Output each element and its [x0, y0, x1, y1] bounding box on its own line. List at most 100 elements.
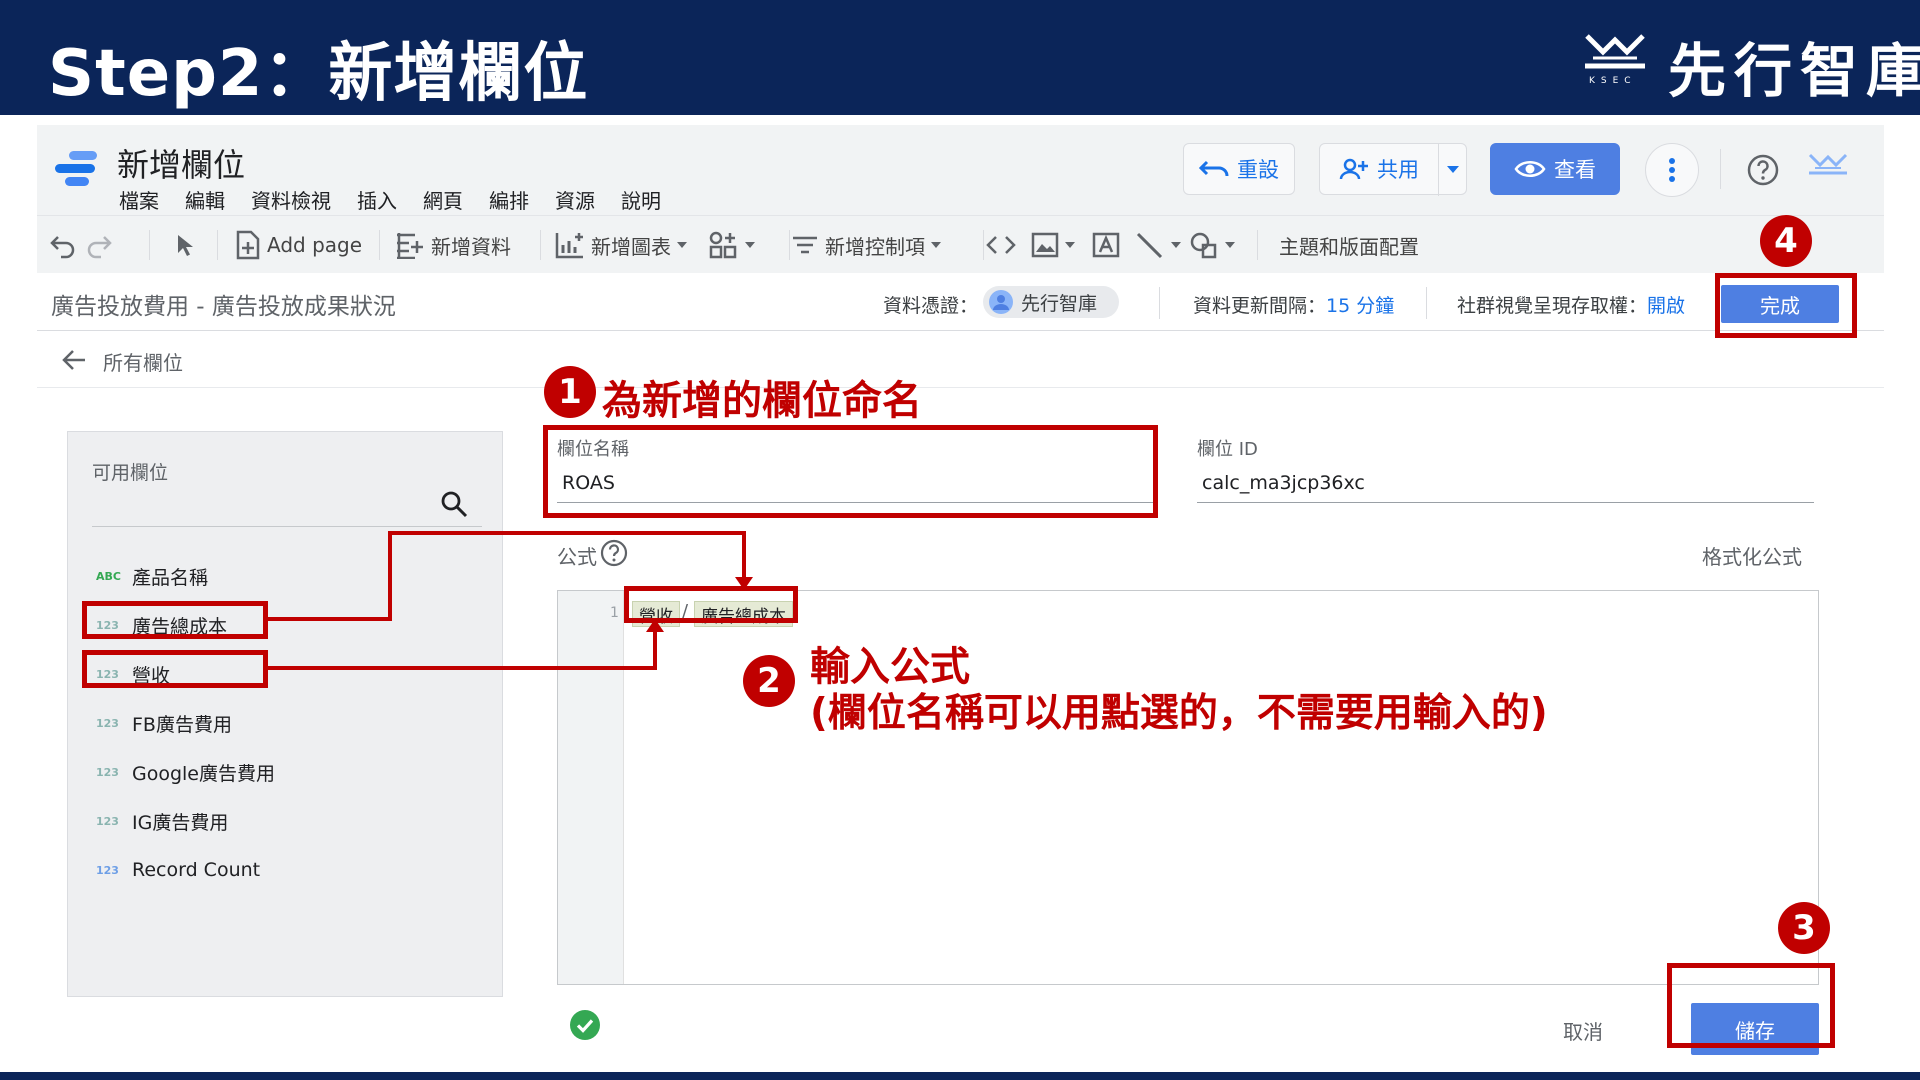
number-type-icon: 123: [96, 814, 119, 828]
looker-studio-window: 新增欄位 檔案 編輯 資料檢視 插入 網頁 編排 資源 說明 重設 共用 查看: [37, 125, 1884, 1060]
menu-view[interactable]: 資料檢視: [251, 185, 331, 214]
looker-studio-logo-icon[interactable]: [55, 149, 101, 189]
community-viz-icon: [709, 231, 737, 259]
field-label: Google廣告費用: [132, 762, 276, 785]
number-type-icon: 123: [96, 716, 119, 730]
field-item-fb-ad-cost[interactable]: 123 FB廣告費用: [96, 703, 232, 743]
search-icon[interactable]: [440, 490, 468, 518]
insert-line-button[interactable]: [1135, 229, 1181, 261]
toolbar-divider: [379, 230, 380, 260]
add-chart-icon: [555, 233, 583, 259]
menu-edit[interactable]: 編輯: [185, 185, 225, 214]
share-button[interactable]: 共用: [1319, 143, 1467, 196]
menu-file[interactable]: 檔案: [119, 185, 159, 214]
refresh-value-link[interactable]: 15 分鐘: [1326, 295, 1394, 317]
caret-down-icon: [1065, 242, 1075, 248]
caret-down-icon: [677, 242, 687, 248]
all-fields-link[interactable]: 所有欄位: [103, 347, 183, 376]
slide-banner: Step2：新增欄位 KSEC 先行智庫: [0, 0, 1920, 115]
datasource-bar: 廣告投放費用 - 廣告投放成果狀況 資料憑證： 先行智庫 資料更新間隔：15 分…: [37, 273, 1884, 331]
more-vertical-icon: [1669, 158, 1675, 182]
credential-label: 資料憑證：: [883, 295, 979, 317]
viz-access-link[interactable]: 開啟: [1647, 295, 1685, 317]
field-item-ig-ad-cost[interactable]: 123 IG廣告費用: [96, 801, 228, 841]
insert-image-button[interactable]: [1031, 229, 1075, 261]
format-formula-button[interactable]: 格式化公式: [1702, 541, 1802, 570]
toolbar: Add page 新增資料 新增圖表 新增控制項 主題和版面配置: [37, 215, 1884, 273]
menu-arrange[interactable]: 編排: [489, 185, 529, 214]
report-title[interactable]: 新增欄位: [117, 140, 245, 186]
formula-editor[interactable]: 1 營收 / 廣告總成本: [557, 590, 1819, 985]
highlight-revenue: [82, 650, 268, 688]
viz-access-label: 社群視覺呈現存取權：: [1457, 295, 1648, 317]
highlight-field-name: [543, 425, 1158, 518]
toolbar-divider: [149, 230, 150, 260]
formula-label: 公式: [557, 545, 597, 569]
brand-logo-icon: KSEC: [1585, 34, 1645, 86]
theme-layout-label: 主題和版面配置: [1279, 234, 1419, 259]
field-label: IG廣告費用: [132, 811, 229, 834]
slide-bottom-bar: [0, 1072, 1920, 1080]
toolbar-divider: [983, 230, 984, 260]
step-badge-4: 4: [1760, 215, 1812, 267]
step-badge-3: 3: [1778, 902, 1830, 954]
back-arrow-icon[interactable]: [61, 348, 87, 372]
menu-resource[interactable]: 資源: [555, 185, 595, 214]
add-chart-label: 新增圖表: [591, 234, 671, 259]
undo-icon[interactable]: [49, 229, 77, 261]
image-icon: [1031, 232, 1059, 258]
back-row: 所有欄位: [37, 332, 1884, 388]
add-page-icon: [236, 230, 260, 260]
share-dropdown-button[interactable]: [1438, 144, 1466, 196]
add-control-button[interactable]: 新增控制項: [791, 229, 941, 261]
reset-button[interactable]: 重設: [1183, 143, 1295, 195]
select-pointer-icon[interactable]: [173, 229, 195, 261]
caret-down-icon: [1225, 242, 1235, 248]
insert-shape-button[interactable]: [1189, 229, 1235, 261]
view-button[interactable]: 查看: [1490, 143, 1620, 195]
more-options-button[interactable]: [1645, 143, 1699, 197]
formula-help-icon[interactable]: [599, 538, 629, 568]
line-number: 1: [610, 605, 619, 621]
field-item-google-ad-cost[interactable]: 123 Google廣告費用: [96, 752, 275, 792]
highlight-formula: [624, 586, 798, 623]
add-chart-button[interactable]: 新增圖表: [555, 229, 687, 261]
menu-page[interactable]: 網頁: [423, 185, 463, 214]
step2-note-detail: (欄位名稱可以用點選的，不需要用輸入的): [810, 691, 1548, 736]
community-viz-button[interactable]: [709, 229, 755, 261]
editor-gutter: 1: [558, 591, 624, 984]
text-type-icon: ABC: [96, 569, 121, 583]
redo-icon[interactable]: [85, 229, 113, 261]
text-box-icon[interactable]: [1091, 229, 1121, 261]
field-item-product-name[interactable]: ABC 產品名稱: [96, 556, 208, 596]
credential-chip[interactable]: 先行智庫: [983, 286, 1119, 318]
brand-name: 先行智庫: [1668, 37, 1920, 105]
number-type-icon: 123: [96, 863, 119, 877]
field-label: Record Count: [132, 859, 261, 881]
available-fields-panel: 可用欄位 ABC 產品名稱 123 廣告總成本 123 營收 123 FB廣告費…: [67, 431, 503, 997]
reset-label: 重設: [1237, 158, 1279, 182]
field-label: FB廣告費用: [132, 713, 232, 736]
field-item-record-count[interactable]: 123 Record Count: [96, 850, 260, 890]
add-data-button[interactable]: 新增資料: [395, 229, 511, 261]
menu-help[interactable]: 說明: [621, 185, 661, 214]
toolbar-divider: [1257, 230, 1258, 260]
embed-code-icon[interactable]: [985, 229, 1017, 261]
add-control-label: 新增控制項: [825, 234, 925, 259]
check-circle-icon: [570, 1010, 600, 1040]
menu-insert[interactable]: 插入: [357, 185, 397, 214]
field-id-input[interactable]: calc_ma3jcp36xc: [1202, 472, 1365, 494]
datasource-title: 廣告投放費用 - 廣告投放成果狀況: [51, 294, 396, 320]
add-page-button[interactable]: Add page: [235, 229, 362, 261]
theme-layout-button[interactable]: 主題和版面配置: [1279, 229, 1419, 261]
help-icon[interactable]: [1746, 153, 1780, 187]
cancel-button[interactable]: 取消: [1563, 1016, 1603, 1045]
caret-down-icon: [1171, 242, 1181, 248]
refresh-interval: 資料更新間隔：15 分鐘: [1193, 291, 1394, 318]
field-id-label: 欄位 ID: [1197, 439, 1258, 460]
highlight-total-ad-cost: [82, 601, 268, 639]
refresh-label: 資料更新間隔：: [1193, 295, 1327, 317]
account-avatar-icon[interactable]: [1807, 151, 1849, 185]
eye-icon: [1514, 161, 1546, 177]
step-badge-2: 2: [743, 655, 795, 707]
